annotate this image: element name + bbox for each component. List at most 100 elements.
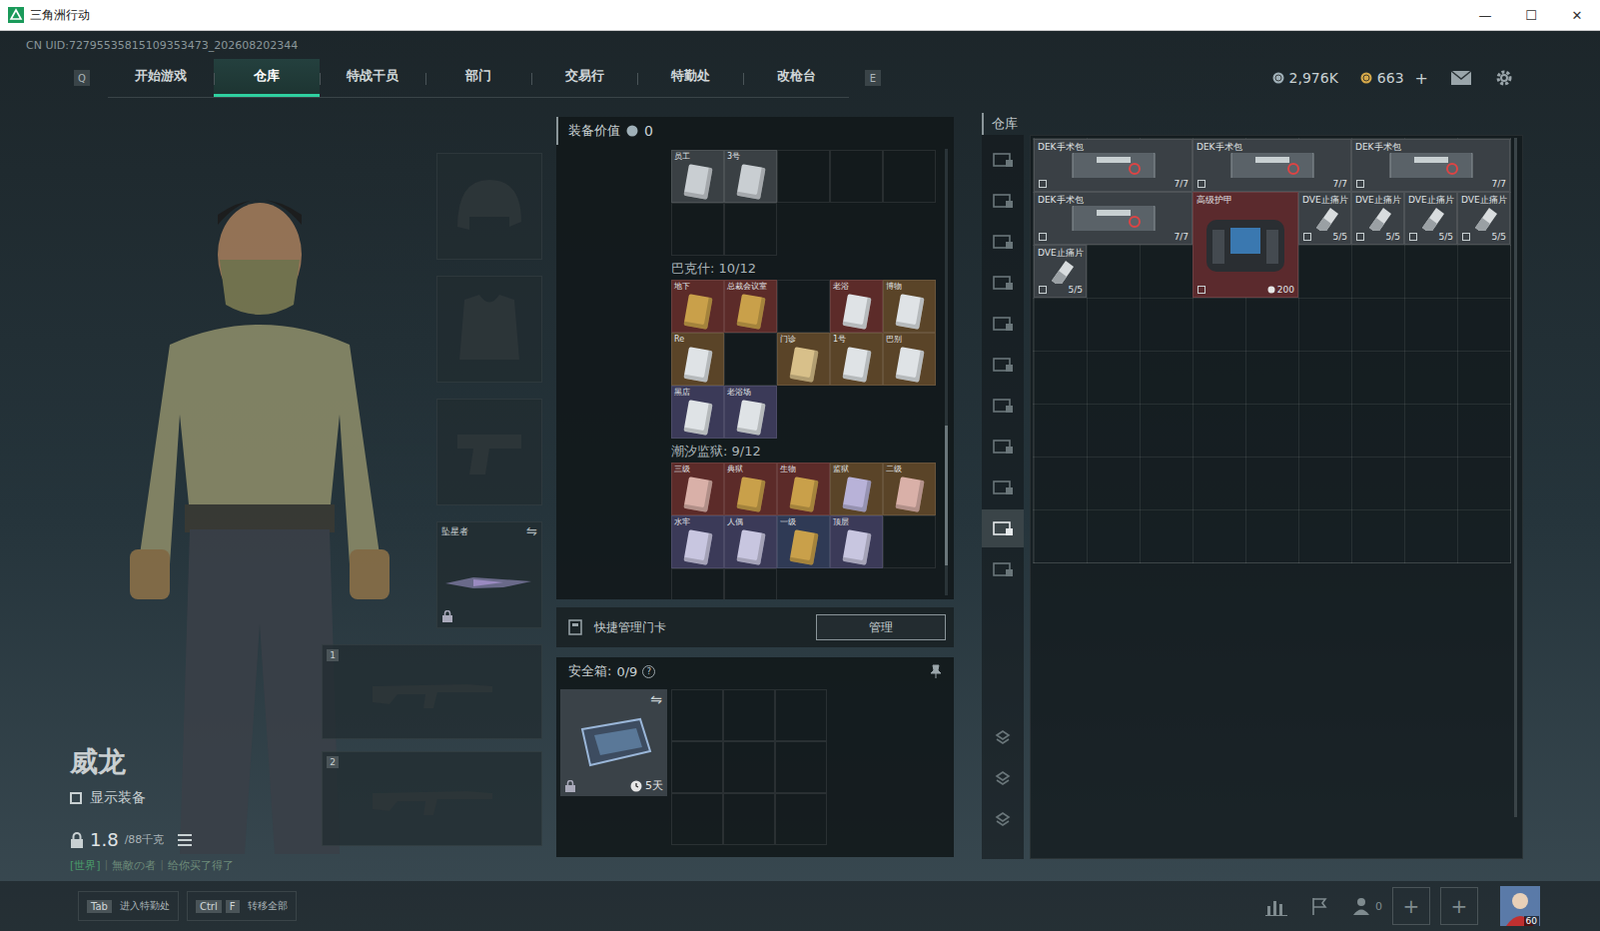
safe-slot[interactable]	[671, 793, 724, 845]
flag-icon[interactable]	[1309, 895, 1330, 916]
warehouse-item[interactable]: DEK手术包 7/7	[1033, 191, 1193, 245]
nav-tab[interactable]: 部门	[425, 58, 532, 97]
nav-tab[interactable]: 开始游戏	[107, 58, 214, 97]
warehouse-item[interactable]: DEK手术包 7/7	[1192, 138, 1352, 192]
empty-card-slot[interactable]	[777, 149, 830, 203]
keycard[interactable]: 老浴场	[724, 385, 778, 439]
warehouse-item[interactable]: DEK手术包 7/7	[1351, 138, 1511, 192]
window-control[interactable]: —	[1462, 7, 1509, 23]
add-teammate-button[interactable]: +	[1440, 886, 1479, 925]
weapon-slot[interactable]: 1	[321, 644, 543, 740]
warehouse-item[interactable]: 高级护甲 200	[1192, 191, 1299, 298]
keycard[interactable]: 人偶	[724, 515, 778, 569]
empty-card-slot[interactable]	[829, 149, 883, 203]
warehouse-tab[interactable]	[981, 386, 1024, 425]
empty-card-slot[interactable]	[882, 149, 936, 203]
warehouse-item[interactable]: DVE止痛片 5/5	[1457, 191, 1511, 245]
keycard[interactable]: 一级	[777, 515, 830, 569]
warehouse-tab[interactable]	[981, 263, 1024, 302]
warehouse-tool[interactable]	[981, 760, 1024, 799]
keycard[interactable]: 典狱	[724, 462, 778, 516]
keycard[interactable]: 二级	[882, 462, 936, 516]
list-icon[interactable]	[177, 833, 192, 846]
keycard[interactable]: 老浴	[829, 279, 883, 333]
window-control[interactable]: ☐	[1508, 7, 1555, 23]
keycard[interactable]: 3号	[724, 149, 778, 203]
safe-slot[interactable]	[723, 689, 776, 742]
keycard[interactable]: 总裁会议室	[724, 279, 778, 333]
keycard[interactable]: 门诊	[777, 332, 830, 386]
warehouse-tool[interactable]	[981, 719, 1024, 758]
armor-slot[interactable]	[436, 275, 543, 383]
keycard[interactable]: 监狱	[829, 462, 883, 516]
keycard[interactable]: 顶层	[829, 515, 883, 569]
keycard[interactable]: 员工	[671, 149, 725, 203]
warehouse-tab[interactable]	[981, 345, 1024, 384]
melee-slot[interactable]: 坠星者 ⇋	[436, 521, 543, 629]
safe-slot[interactable]	[775, 741, 827, 794]
manage-button[interactable]: 管理	[815, 614, 946, 641]
add-currency-button[interactable]: +	[1415, 68, 1429, 88]
add-teammate-button[interactable]: +	[1392, 886, 1431, 925]
warehouse-item[interactable]: DVE止痛片 5/5	[1298, 191, 1352, 245]
mail-icon[interactable]	[1450, 69, 1473, 86]
key-hint[interactable]: Tab 进入特勤处	[77, 890, 179, 921]
scrollbar[interactable]	[944, 148, 948, 596]
swap-icon[interactable]: ⇋	[526, 525, 538, 539]
safe-box-item[interactable]: ⇋ 5天	[560, 689, 668, 797]
safe-slot[interactable]	[723, 793, 776, 845]
warehouse-tab[interactable]	[981, 550, 1024, 589]
keycard[interactable]: 三级	[671, 462, 725, 516]
nav-tab[interactable]: 特勤处	[637, 58, 744, 97]
show-gear-toggle[interactable]: 显示装备	[69, 789, 322, 807]
safe-slot[interactable]	[671, 741, 724, 794]
keycard[interactable]: 1号	[829, 332, 883, 386]
warehouse-tab[interactable]	[981, 468, 1024, 507]
prev-tab-key[interactable]: Q	[73, 69, 90, 86]
keycard[interactable]: 生物	[777, 462, 830, 516]
empty-card-slot[interactable]	[724, 202, 778, 256]
pistol-slot[interactable]	[436, 398, 543, 506]
keycard[interactable]: 博物	[882, 279, 936, 333]
nav-tab[interactable]: 交易行	[531, 58, 638, 97]
keycard[interactable]: 地下	[671, 279, 725, 333]
warehouse-tool[interactable]	[981, 800, 1024, 839]
warehouse-tab[interactable]	[981, 222, 1024, 261]
empty-card-slot[interactable]	[882, 515, 936, 569]
swap-icon[interactable]: ⇋	[650, 691, 663, 708]
safe-slot[interactable]	[723, 741, 776, 794]
keycard[interactable]: 水牢	[671, 515, 725, 569]
safe-slot[interactable]	[775, 793, 827, 845]
key-hint[interactable]: CtrlF 转移全部	[186, 890, 297, 921]
scrollbar[interactable]	[1514, 137, 1518, 817]
help-icon[interactable]: ?	[642, 665, 656, 679]
warehouse-item[interactable]: DVE止痛片 5/5	[1351, 191, 1405, 245]
empty-card-slot[interactable]	[671, 568, 725, 600]
nav-tab[interactable]: 特战干员	[319, 58, 426, 97]
pin-icon[interactable]	[929, 664, 942, 679]
stats-icon[interactable]	[1265, 895, 1288, 916]
warehouse-tab[interactable]	[981, 140, 1024, 179]
empty-card-slot[interactable]	[724, 568, 778, 600]
keycard[interactable]: 黑店	[671, 385, 725, 439]
warehouse-tab[interactable]	[981, 304, 1024, 343]
next-tab-key[interactable]: E	[864, 69, 881, 86]
window-control[interactable]: ✕	[1554, 7, 1600, 23]
player-avatar[interactable]: 60	[1500, 885, 1541, 926]
nav-tab[interactable]: 改枪台	[743, 58, 849, 97]
empty-card-slot[interactable]	[671, 202, 725, 256]
warehouse-item[interactable]: DVE止痛片 5/5	[1404, 191, 1458, 245]
weapon-slot[interactable]: 2	[321, 751, 543, 846]
gear-icon[interactable]	[1494, 67, 1515, 88]
warehouse-item[interactable]: DEK手术包 7/7	[1033, 138, 1193, 192]
checkbox[interactable]	[69, 792, 82, 804]
keycard[interactable]: Re	[671, 332, 725, 386]
warehouse-item[interactable]: DVE止痛片 5/5	[1033, 244, 1087, 298]
warehouse-tab[interactable]	[981, 509, 1024, 548]
empty-card-slot[interactable]	[724, 332, 778, 386]
nav-tab[interactable]: 仓库	[213, 58, 320, 97]
helmet-slot[interactable]	[436, 152, 543, 260]
empty-card-slot[interactable]	[777, 279, 830, 333]
warehouse-tab[interactable]	[981, 427, 1024, 466]
safe-slot[interactable]	[775, 689, 827, 742]
